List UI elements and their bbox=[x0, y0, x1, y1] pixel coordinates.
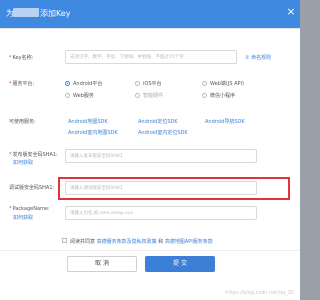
terms-privacy-link[interactable]: 高德服务条款及隐私权政策 bbox=[97, 239, 157, 245]
radio-icon bbox=[202, 81, 207, 86]
dialog-titlebar: 为 添加Key × bbox=[0, 0, 300, 28]
required-mark: * bbox=[9, 81, 12, 87]
sdk-android-map[interactable]: Android地图SDK bbox=[68, 118, 108, 125]
radio-icon bbox=[135, 81, 140, 86]
debug-sha1-placeholder: 请输入调试版安全码SHA1 bbox=[70, 186, 123, 191]
cancel-button[interactable]: 取 消 bbox=[67, 256, 137, 272]
api-terms-link[interactable]: 高德地图API服务条款 bbox=[165, 239, 213, 245]
key-name-label: *Key名称: bbox=[9, 55, 34, 61]
radio-smart-hardware[interactable]: 智能硬件 bbox=[135, 92, 163, 99]
release-sha1-placeholder: 请输入发布版安全码SHA1 bbox=[70, 154, 123, 159]
platform-label: *服务平台: bbox=[9, 81, 35, 87]
sdk-android-location[interactable]: Android定位SDK bbox=[138, 118, 178, 125]
release-sha1-label: *发布版安全码SHA1: bbox=[9, 152, 58, 158]
naming-rules-link[interactable]: ① 命名规则 bbox=[245, 54, 271, 61]
required-mark: * bbox=[9, 152, 12, 158]
watermark: https://blog.csdn.net/qq_35 bbox=[225, 290, 294, 296]
required-mark: * bbox=[9, 206, 12, 212]
radio-web-js[interactable]: Web端(JS API) bbox=[202, 80, 244, 87]
debug-sha1-input[interactable]: 请输入调试版安全码SHA1 bbox=[65, 181, 257, 195]
footer-divider bbox=[0, 250, 300, 251]
package-name-label: *PackageName: bbox=[9, 206, 50, 212]
sdk-android-indoor-location[interactable]: Android室内定位SDK bbox=[138, 129, 188, 136]
radio-icon bbox=[202, 93, 207, 98]
radio-selected-icon bbox=[65, 81, 70, 86]
radio-web-service[interactable]: Web服务 bbox=[65, 92, 94, 99]
package-name-howto-link[interactable]: 如何获取 bbox=[13, 214, 33, 221]
key-name-input[interactable]: 支持汉字、数字、字母、下划线、中划线、不超过15个字 bbox=[65, 50, 237, 64]
add-key-dialog: 为 添加Key × *Key名称: 支持汉字、数字、字母、下划线、中划线、不超过… bbox=[0, 0, 300, 300]
titlebar-divider bbox=[0, 28, 300, 29]
agreement-checkbox[interactable] bbox=[62, 238, 67, 243]
redacted-app-name bbox=[13, 8, 39, 17]
debug-sha1-label: 调试版安全码SHA1: bbox=[9, 185, 55, 191]
radio-ios[interactable]: iOS平台 bbox=[135, 80, 162, 87]
required-mark: * bbox=[9, 55, 12, 61]
services-label: 可使用服务: bbox=[9, 119, 36, 125]
radio-wechat-miniprogram[interactable]: 微信小程序 bbox=[202, 92, 235, 99]
submit-button[interactable]: 提 交 bbox=[145, 256, 215, 272]
sdk-android-navigation[interactable]: Android导航SDK bbox=[205, 118, 245, 125]
dialog-title: 添加Key bbox=[40, 9, 71, 18]
agreement-text: 阅读并同意 高德服务条款及隐私权政策 和 高德地图API服务条款 bbox=[70, 239, 213, 245]
radio-android[interactable]: Android平台 bbox=[65, 80, 102, 87]
radio-icon bbox=[135, 93, 140, 98]
radio-icon bbox=[65, 93, 70, 98]
package-name-placeholder: 请输入包名,如:com.amap.xxx bbox=[70, 211, 134, 216]
release-sha1-howto-link[interactable]: 如何获取 bbox=[13, 159, 33, 166]
release-sha1-input[interactable]: 请输入发布版安全码SHA1 bbox=[65, 149, 257, 163]
key-name-placeholder: 支持汉字、数字、字母、下划线、中划线、不超过15个字 bbox=[70, 55, 184, 60]
close-icon[interactable]: × bbox=[286, 6, 296, 18]
package-name-input[interactable]: 请输入包名,如:com.amap.xxx bbox=[65, 206, 257, 220]
sdk-android-indoor-map[interactable]: Android室内地图SDK bbox=[68, 129, 118, 136]
